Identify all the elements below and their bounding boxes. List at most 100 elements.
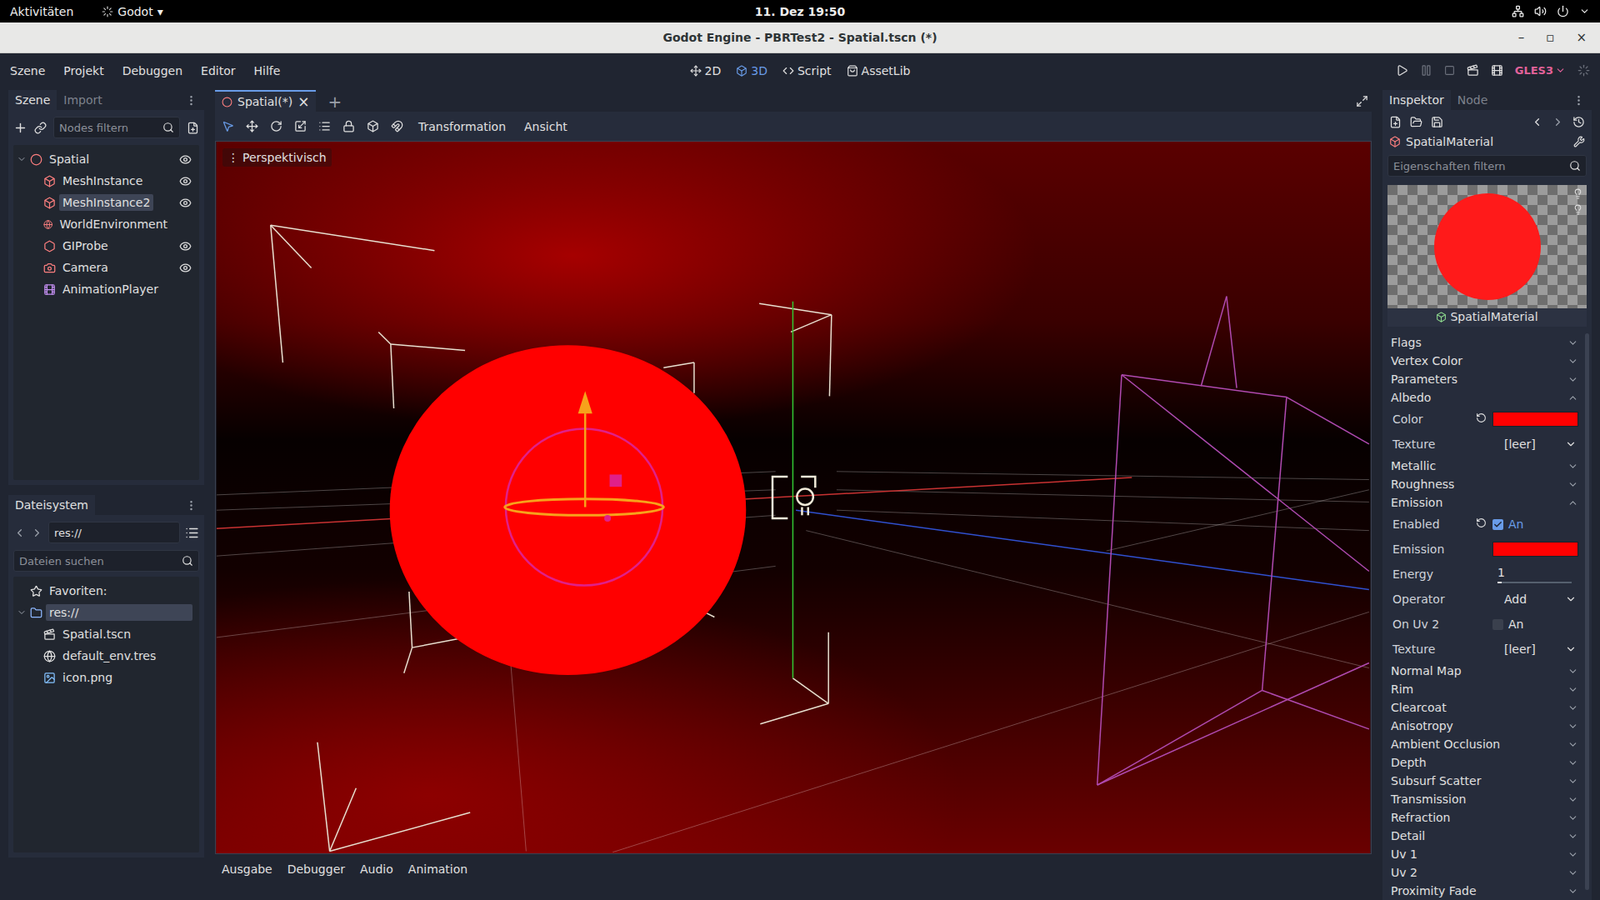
- visibility-eye-icon[interactable]: [179, 196, 192, 210]
- window-control-button[interactable]: ×: [1575, 31, 1587, 45]
- menu-item[interactable]: Projekt: [63, 64, 104, 78]
- inspector-section[interactable]: Parameters: [1385, 370, 1584, 389]
- move-tool-icon[interactable]: [245, 120, 259, 133]
- dock-menu-icon[interactable]: [185, 499, 198, 512]
- inspector-section[interactable]: Rim: [1385, 680, 1584, 699]
- color-swatch[interactable]: [1492, 411, 1579, 427]
- file-tree-row[interactable]: Spatial.tscn: [13, 623, 200, 645]
- inspector-section[interactable]: Clearcoat: [1385, 698, 1584, 717]
- scene-tree-row[interactable]: GIProbe: [13, 235, 200, 257]
- checkbox[interactable]: An: [1492, 617, 1579, 631]
- node-filter-field[interactable]: Nodes filtern: [53, 116, 180, 139]
- power-icon[interactable]: [1556, 5, 1570, 18]
- file-search-field[interactable]: Dateien suchen: [13, 550, 200, 572]
- file-tree-row[interactable]: default_env.tres: [13, 645, 200, 667]
- inspector-section[interactable]: Uv 1: [1385, 845, 1584, 864]
- play-custom-scene-icon[interactable]: [1490, 64, 1504, 77]
- list-select-icon[interactable]: [318, 120, 331, 133]
- number-slider[interactable]: 1: [1492, 565, 1579, 584]
- history-icon[interactable]: [1572, 115, 1585, 129]
- workspace-button[interactable]: Script: [782, 64, 832, 78]
- light-2-toggle-icon[interactable]: [1572, 204, 1584, 215]
- forward-icon[interactable]: [30, 526, 44, 540]
- file-tree-row[interactable]: icon.png: [13, 666, 200, 689]
- split-mode-icon[interactable]: [185, 525, 200, 540]
- object-properties-icon[interactable]: [1573, 135, 1585, 148]
- bottom-tab[interactable]: Debugger: [287, 862, 345, 876]
- light-gizmo-icon[interactable]: [772, 476, 815, 519]
- resource-picker[interactable]: [leer]: [1492, 437, 1579, 451]
- transform-gizmo[interactable]: [505, 390, 665, 585]
- scene-tree-row[interactable]: Spatial: [13, 148, 200, 170]
- inspector-section[interactable]: Ambient Occlusion: [1385, 735, 1584, 754]
- bottom-tab[interactable]: Audio: [360, 862, 394, 876]
- scene-tab[interactable]: Spatial(*)×: [215, 90, 316, 112]
- activities-button[interactable]: Aktivitäten: [10, 5, 74, 19]
- scene-tree-row[interactable]: AnimationPlayer: [13, 278, 200, 300]
- checkbox-box[interactable]: [1492, 519, 1504, 530]
- dock-tab[interactable]: Inspektor: [1382, 90, 1451, 110]
- light-1-toggle-icon[interactable]: [1572, 188, 1584, 200]
- dock-tab[interactable]: Import: [56, 90, 109, 110]
- pause-icon[interactable]: [1420, 64, 1433, 77]
- scene-tree-row[interactable]: WorldEnvironment: [13, 213, 200, 235]
- menu-item[interactable]: Editor: [200, 64, 235, 78]
- path-field[interactable]: res://: [48, 521, 180, 544]
- system-menu-icon[interactable]: [1579, 5, 1590, 17]
- select-tool-icon[interactable]: [221, 120, 235, 133]
- toolbar-menu[interactable]: Ansicht: [520, 120, 571, 134]
- revert-icon[interactable]: [1475, 412, 1487, 424]
- app-menu[interactable]: Godot▾: [101, 5, 163, 19]
- slider-track[interactable]: [1497, 581, 1572, 584]
- viewport-3d[interactable]: ⋮Perspektivisch: [215, 140, 1372, 855]
- play-scene-icon[interactable]: [1466, 64, 1480, 77]
- visibility-eye-icon[interactable]: [179, 175, 192, 188]
- bottom-tab[interactable]: Ausgabe: [221, 862, 273, 876]
- close-tab-button[interactable]: ×: [297, 95, 310, 110]
- inspector-section[interactable]: Flags: [1385, 333, 1584, 352]
- inspector-section[interactable]: Roughness: [1385, 475, 1584, 494]
- edited-resource[interactable]: SpatialMaterial: [1382, 131, 1592, 152]
- load-resource-icon[interactable]: [1410, 115, 1423, 129]
- visibility-eye-icon[interactable]: [179, 261, 192, 275]
- inspector-section[interactable]: Anisotropy: [1385, 716, 1584, 735]
- window-control-button[interactable]: –: [1518, 31, 1525, 45]
- view-menu-button[interactable]: ⋮Perspektivisch: [222, 148, 332, 167]
- play-icon[interactable]: [1395, 64, 1409, 77]
- distraction-free-icon[interactable]: [1355, 95, 1369, 108]
- enum-dropdown[interactable]: Add: [1492, 592, 1579, 606]
- scale-tool-icon[interactable]: [294, 120, 307, 133]
- bottom-tab[interactable]: Animation: [408, 862, 468, 876]
- inspector-section[interactable]: Uv 2: [1385, 863, 1584, 882]
- revert-icon[interactable]: [1475, 517, 1487, 529]
- inspector-section[interactable]: Refraction: [1385, 808, 1584, 827]
- checkbox-box[interactable]: [1492, 619, 1504, 630]
- checkbox[interactable]: An: [1492, 517, 1579, 531]
- snap-icon[interactable]: [390, 120, 404, 133]
- inspector-section[interactable]: Normal Map: [1385, 661, 1584, 680]
- new-tab-button[interactable]: +: [320, 90, 349, 112]
- inspector-section[interactable]: Transmission: [1385, 790, 1584, 809]
- history-forward-icon[interactable]: [1551, 115, 1565, 129]
- stop-icon[interactable]: [1444, 65, 1455, 76]
- inspector-section[interactable]: Metallic: [1385, 456, 1584, 475]
- rotate-tool-icon[interactable]: [270, 120, 283, 133]
- volume-icon[interactable]: [1534, 5, 1547, 18]
- workspace-button[interactable]: 2D: [690, 64, 722, 78]
- scene-tree-row[interactable]: MeshInstance: [13, 170, 200, 192]
- dock-menu-icon[interactable]: [185, 94, 198, 107]
- clock[interactable]: 11. Dez 19:50: [755, 5, 845, 19]
- menu-item[interactable]: Szene: [10, 64, 45, 78]
- inspector-section[interactable]: Vertex Color: [1385, 351, 1584, 370]
- window-control-button[interactable]: ▫: [1545, 31, 1555, 45]
- toolbar-menu[interactable]: Transformation: [415, 120, 510, 134]
- viewport-scene[interactable]: [215, 141, 1371, 854]
- history-back-icon[interactable]: [1530, 115, 1544, 129]
- visibility-eye-icon[interactable]: [179, 240, 192, 253]
- scene-tree-row[interactable]: Camera: [13, 256, 200, 279]
- inspector-section[interactable]: Depth: [1385, 753, 1584, 772]
- menu-item[interactable]: Debuggen: [122, 64, 183, 78]
- inspector-section[interactable]: Detail: [1385, 826, 1584, 845]
- scrollbar[interactable]: [1585, 333, 1590, 890]
- resource-picker[interactable]: [leer]: [1492, 642, 1579, 656]
